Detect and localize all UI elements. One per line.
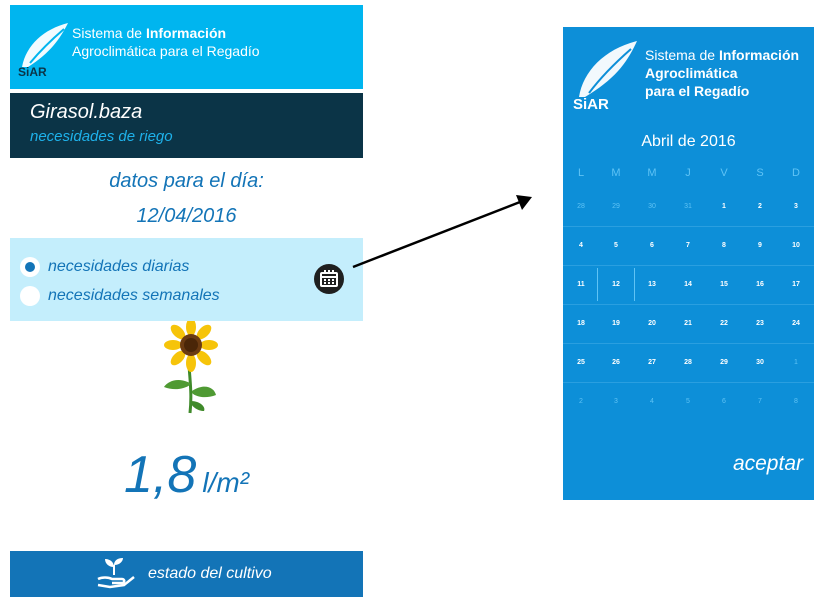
calendar-day-outside[interactable]: 7 <box>742 382 778 421</box>
calendar-grid: 28 29 30 31 1 2 3 4 5 6 7 8 9 10 11 12 13 14 15 16 17 18 19 20 2… <box>563 187 814 423</box>
calendar-day[interactable]: 22 <box>706 304 742 343</box>
calendar-brand-title: Sistema de Información Agroclimática par… <box>645 46 799 100</box>
calendar-day[interactable]: 23 <box>742 304 778 343</box>
crop-subtitle: necesidades de riego <box>30 128 173 145</box>
calendar-day[interactable]: 16 <box>742 265 778 304</box>
logo-text-large: SiAR <box>573 96 609 113</box>
calendar-day[interactable]: 28 <box>670 343 706 382</box>
weekday-3: J <box>685 167 691 179</box>
weekday-1: M <box>611 167 621 179</box>
needs-options-panel: necesidades diarias necesidades semanale… <box>10 238 363 321</box>
weekday-6: D <box>792 167 800 179</box>
crop-title-bar: Girasol.baza necesidades de riego <box>10 93 363 158</box>
brand-line2: Agroclimática para el Regadío <box>72 43 260 59</box>
calendar-day[interactable]: 15 <box>706 265 742 304</box>
calendar-day[interactable]: 25 <box>563 343 599 382</box>
calendar-day-outside[interactable]: 31 <box>670 187 706 226</box>
calendar-day-outside[interactable]: 28 <box>563 187 599 226</box>
option-weekly-needs[interactable]: necesidades semanales <box>20 284 220 308</box>
calendar-day[interactable]: 6 <box>634 226 670 265</box>
app-brand-title: Sistema de Información Agroclimática par… <box>72 24 260 60</box>
calendar-day[interactable]: 10 <box>778 226 814 265</box>
crop-name: Girasol.baza <box>30 101 143 123</box>
calendar-day-outside[interactable]: 1 <box>778 343 814 382</box>
calendar-day-outside[interactable]: 8 <box>778 382 814 421</box>
calendar-day-outside[interactable]: 3 <box>598 382 634 421</box>
calendar-day[interactable]: 9 <box>742 226 778 265</box>
siar-logo: SiAR <box>18 23 68 79</box>
radio-daily-selected[interactable] <box>20 257 40 277</box>
weekday-0: L <box>577 167 585 179</box>
calendar-day[interactable]: 27 <box>634 343 670 382</box>
calendar-day-outside[interactable]: 4 <box>634 382 670 421</box>
calendar-day[interactable]: 24 <box>778 304 814 343</box>
calendar-day[interactable]: 13 <box>634 265 670 304</box>
sunflower-image <box>164 321 218 414</box>
calendar-day[interactable]: 29 <box>706 343 742 382</box>
amount-value: 1,8 <box>124 446 197 504</box>
calendar-day[interactable]: 5 <box>598 226 634 265</box>
calendar-day[interactable]: 12 <box>597 265 635 304</box>
calendar-month-title: Abril de 2016 <box>641 133 736 150</box>
date-value: 12/04/2016 <box>136 205 237 227</box>
calendar-day[interactable]: 19 <box>598 304 634 343</box>
calendar-day-outside[interactable]: 2 <box>563 382 599 421</box>
brand-r-line3: para el Regadío <box>645 83 750 99</box>
weekday-2: M <box>647 167 657 179</box>
brand-prefix: Sistema de <box>72 25 146 41</box>
calendar-day[interactable]: 3 <box>778 187 814 226</box>
app-screen-main: SiAR Sistema de Información Agroclimátic… <box>10 5 363 597</box>
logo-text: SiAR <box>18 65 47 79</box>
brand-r-prefix: Sistema de <box>645 47 719 63</box>
callout-arrow <box>352 195 532 269</box>
calendar-dialog: SiAR Sistema de Información Agroclimátic… <box>563 27 814 500</box>
option-daily-needs[interactable]: necesidades diarias <box>20 255 189 279</box>
irrigation-amount: 1,8 l/m² <box>10 445 363 505</box>
weekday-5: S <box>756 167 764 179</box>
amount-unit: l/m² <box>202 467 249 498</box>
calendar-day[interactable]: 11 <box>563 265 599 304</box>
brand-bold: Información <box>145 25 227 41</box>
calendar-day[interactable]: 7 <box>670 226 706 265</box>
accept-button[interactable]: aceptar <box>693 452 803 482</box>
crop-status-button[interactable]: estado del cultivo <box>10 551 363 597</box>
radio-weekly[interactable] <box>20 286 40 306</box>
calendar-day[interactable]: 20 <box>634 304 670 343</box>
calendar-day[interactable]: 2 <box>742 187 778 226</box>
calendar-day[interactable]: 30 <box>742 343 778 382</box>
calendar-day[interactable]: 18 <box>563 304 599 343</box>
calendar-day[interactable]: 26 <box>598 343 634 382</box>
calendar-day[interactable]: 21 <box>670 304 706 343</box>
calendar-day-outside[interactable]: 30 <box>634 187 670 226</box>
option-daily-label: necesidades diarias <box>48 258 190 275</box>
option-weekly-label: necesidades semanales <box>48 287 220 304</box>
calendar-day[interactable]: 8 <box>706 226 742 265</box>
weekday-4: V <box>720 167 728 179</box>
calendar-day[interactable]: 17 <box>778 265 814 304</box>
plant-hand-icon <box>97 558 135 589</box>
date-label: datos para el día: <box>109 170 264 192</box>
weekday-header: LMMJVSD <box>563 167 814 185</box>
siar-logo-large: SiAR <box>573 41 637 113</box>
app-header: SiAR Sistema de Información Agroclimátic… <box>10 5 363 89</box>
calendar-day-outside[interactable]: 29 <box>598 187 634 226</box>
brand-r-bold: Información <box>718 47 800 63</box>
crop-status-label: estado del cultivo <box>148 565 272 582</box>
calendar-day[interactable]: 14 <box>670 265 706 304</box>
calendar-day-outside[interactable]: 5 <box>670 382 706 421</box>
brand-r-line2: Agroclimática <box>645 65 738 81</box>
calendar-day-outside[interactable]: 6 <box>706 382 742 421</box>
calendar-day[interactable]: 1 <box>706 187 742 226</box>
calendar-day[interactable]: 4 <box>563 226 599 265</box>
